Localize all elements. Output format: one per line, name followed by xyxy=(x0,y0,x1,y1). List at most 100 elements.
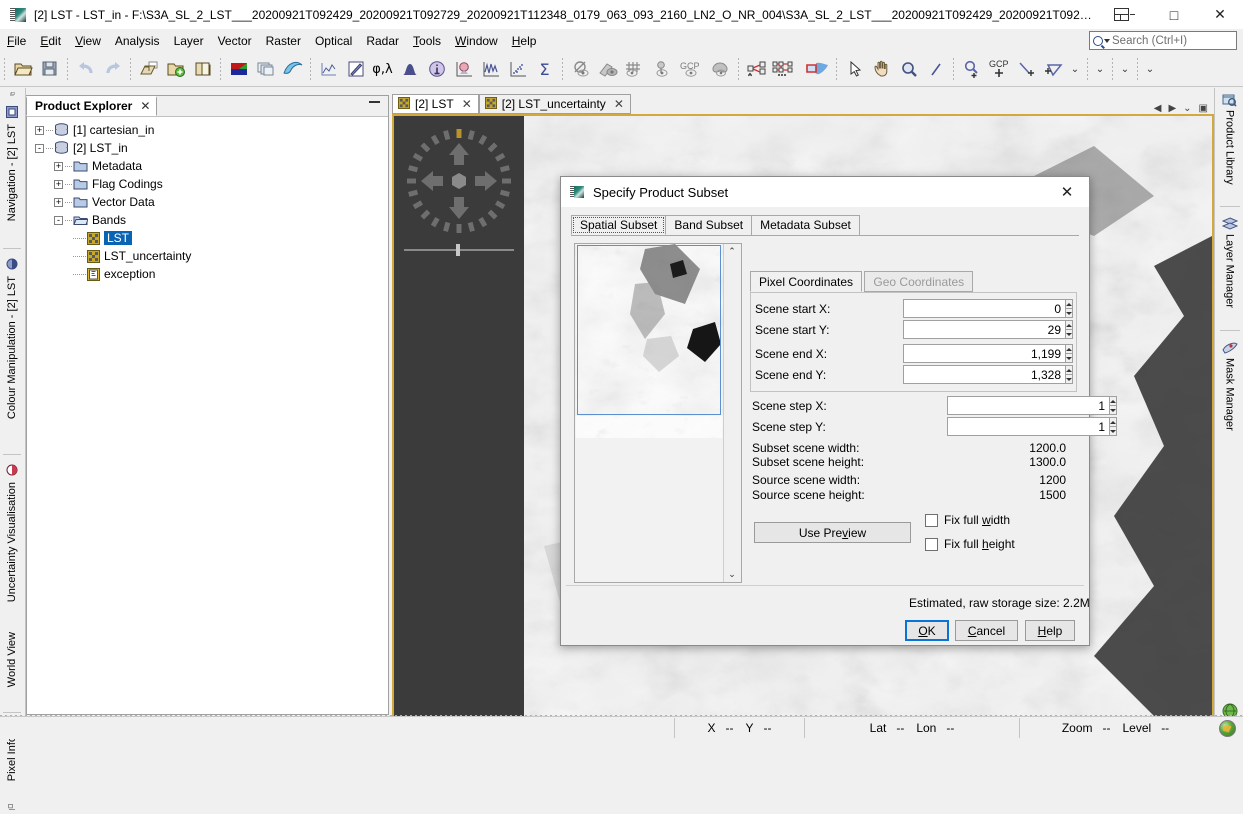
scene-start-y-stepper[interactable] xyxy=(903,320,1073,339)
tab-lst-uncertainty[interactable]: [2] LST_uncertainty ✕ xyxy=(478,94,631,114)
stepper-down-icon[interactable] xyxy=(1109,405,1117,415)
statistics-plot-icon[interactable] xyxy=(450,56,477,82)
checkbox-box[interactable] xyxy=(925,513,938,527)
preview-image[interactable] xyxy=(575,244,723,582)
status-globe-button[interactable] xyxy=(1211,719,1243,737)
scene-end-y-stepper[interactable] xyxy=(903,365,1073,384)
polygon-drawing-icon[interactable] xyxy=(1040,56,1067,82)
close-product-icon[interactable] xyxy=(189,56,216,82)
zoom-slider[interactable] xyxy=(404,244,514,256)
scroll-left-icon[interactable]: ◀ xyxy=(1154,103,1162,114)
toolbar-overflow-chevron-down-icon[interactable]: ⌄ xyxy=(1117,56,1133,82)
maximize-view-icon[interactable]: ▣ xyxy=(1199,103,1208,114)
tree-item-lst-uncertainty[interactable]: LST_uncertainty xyxy=(27,247,388,265)
menu-vector[interactable]: Vector xyxy=(211,32,259,50)
zoom-tool-icon[interactable] xyxy=(895,56,922,82)
search-input[interactable]: Search (Ctrl+I) xyxy=(1089,31,1237,50)
wave-icon[interactable] xyxy=(279,56,306,82)
pan-tool-icon[interactable] xyxy=(868,56,895,82)
expander-icon[interactable]: - xyxy=(54,215,63,225)
menu-optical[interactable]: Optical xyxy=(308,32,359,50)
close-icon[interactable]: ✕ xyxy=(614,97,624,111)
stepper-down-icon[interactable] xyxy=(1065,353,1073,363)
stepper-down-icon[interactable] xyxy=(1065,374,1073,384)
graph-builder-icon[interactable] xyxy=(743,56,770,82)
export-view-icon[interactable] xyxy=(594,56,621,82)
tree-item-exception[interactable]: exception xyxy=(27,265,388,283)
gcp-placing-icon[interactable]: GCP xyxy=(985,56,1013,82)
geo-coding-icon[interactable]: φ,λ xyxy=(369,56,396,82)
use-preview-button[interactable]: Use Preview xyxy=(754,522,911,543)
subset-selection-rectangle[interactable] xyxy=(577,245,721,415)
redo-icon[interactable] xyxy=(99,56,126,82)
minimize-icon[interactable] xyxy=(369,101,380,103)
sidebar-item-mask-manager[interactable]: Mask Manager xyxy=(1217,336,1242,444)
sidebar-item-navigation[interactable]: Navigation - [2] LST xyxy=(1,102,23,242)
magnifier-plus-icon[interactable] xyxy=(958,56,985,82)
tab-geo-coordinates[interactable]: Geo Coordinates xyxy=(864,271,974,292)
dialog-close-button[interactable]: ✕ xyxy=(1045,177,1089,207)
profile-plot-icon[interactable] xyxy=(477,56,504,82)
tab-lst[interactable]: [2] LST ✕ xyxy=(392,94,479,114)
selection-tool-icon[interactable] xyxy=(841,56,868,82)
cancel-button[interactable]: Cancel xyxy=(955,620,1018,641)
sidebar-item-layer-manager[interactable]: Layer Manager xyxy=(1217,212,1242,322)
menu-view[interactable]: View xyxy=(68,32,108,50)
batch-processing-icon[interactable] xyxy=(770,56,802,82)
menu-help[interactable]: Help xyxy=(505,32,544,50)
fix-full-height-checkbox[interactable]: Fix full height xyxy=(925,537,1015,551)
scene-end-x-input[interactable] xyxy=(903,344,1065,363)
scene-step-x-input[interactable] xyxy=(947,396,1109,415)
open-image-window-icon[interactable] xyxy=(162,56,189,82)
stepper-up-icon[interactable] xyxy=(1065,320,1073,329)
stepper-up-icon[interactable] xyxy=(1065,299,1073,308)
toolbar-overflow-chevron-down-icon[interactable]: ⌄ xyxy=(1142,56,1158,82)
menu-file[interactable]: File xyxy=(0,32,33,50)
drawing-tool-icon[interactable] xyxy=(922,56,949,82)
sidebar-item-uncertainty-visualisation[interactable]: Uncertainty Visualisation xyxy=(1,460,23,624)
gcp-manager-icon[interactable]: GCP xyxy=(675,56,707,82)
stepper-down-icon[interactable] xyxy=(1065,308,1073,318)
tab-metadata-subset[interactable]: Metadata Subset xyxy=(751,215,860,235)
navigation-compass-control[interactable] xyxy=(402,124,516,244)
scene-start-x-input[interactable] xyxy=(903,299,1065,318)
line-drawing-icon[interactable] xyxy=(1013,56,1040,82)
save-product-icon[interactable] xyxy=(36,56,63,82)
fix-full-width-checkbox[interactable]: Fix full width xyxy=(925,513,1010,527)
sidebar-item-product-library[interactable]: Product Library xyxy=(1217,88,1242,198)
open-rgb-image-window-icon[interactable] xyxy=(135,56,162,82)
subset-region-icon[interactable] xyxy=(802,56,832,82)
maximize-button[interactable]: □ xyxy=(1151,0,1197,29)
tree-item-bands[interactable]: - Bands xyxy=(27,211,388,229)
colour-picker-icon[interactable] xyxy=(342,56,369,82)
rgb-colour-icon[interactable] xyxy=(225,56,252,82)
menu-raster[interactable]: Raster xyxy=(259,32,308,50)
close-button[interactable]: ✕ xyxy=(1197,0,1243,29)
tree-item-lst-in[interactable]: - [2] LST_in xyxy=(27,139,388,157)
stepper-down-icon[interactable] xyxy=(1109,426,1117,436)
sidebar-item-pixel-info[interactable]: Pixel Info xyxy=(1,732,23,798)
menu-radar[interactable]: Radar xyxy=(359,32,406,50)
no-data-mask-icon[interactable] xyxy=(567,56,594,82)
stepper-up-icon[interactable] xyxy=(1109,396,1117,405)
checkbox-box[interactable] xyxy=(925,537,938,551)
preview-scrollbar[interactable]: ⌃ ⌄ xyxy=(723,244,740,582)
information-icon[interactable] xyxy=(423,56,450,82)
scroll-down-icon[interactable]: ⌄ xyxy=(728,569,736,580)
menu-analysis[interactable]: Analysis xyxy=(108,32,167,50)
scene-step-y-stepper[interactable] xyxy=(947,417,1117,436)
menu-window[interactable]: Window xyxy=(448,32,505,50)
scatter-plot-icon[interactable] xyxy=(504,56,531,82)
tab-list-chevron-down-icon[interactable]: ⌄ xyxy=(1183,103,1191,114)
expander-icon[interactable]: + xyxy=(35,125,44,135)
expander-icon[interactable]: + xyxy=(54,179,63,189)
spectrum-view-icon[interactable] xyxy=(315,56,342,82)
left-strip-minimize-icon[interactable] xyxy=(1,88,23,100)
scene-step-y-input[interactable] xyxy=(947,417,1109,436)
pin-manager-icon[interactable] xyxy=(648,56,675,82)
stepper-down-icon[interactable] xyxy=(1065,329,1073,339)
mask-icon[interactable] xyxy=(707,56,734,82)
open-product-icon[interactable] xyxy=(9,56,36,82)
tile-windows-icon[interactable] xyxy=(252,56,279,82)
expander-icon[interactable]: - xyxy=(35,143,44,153)
